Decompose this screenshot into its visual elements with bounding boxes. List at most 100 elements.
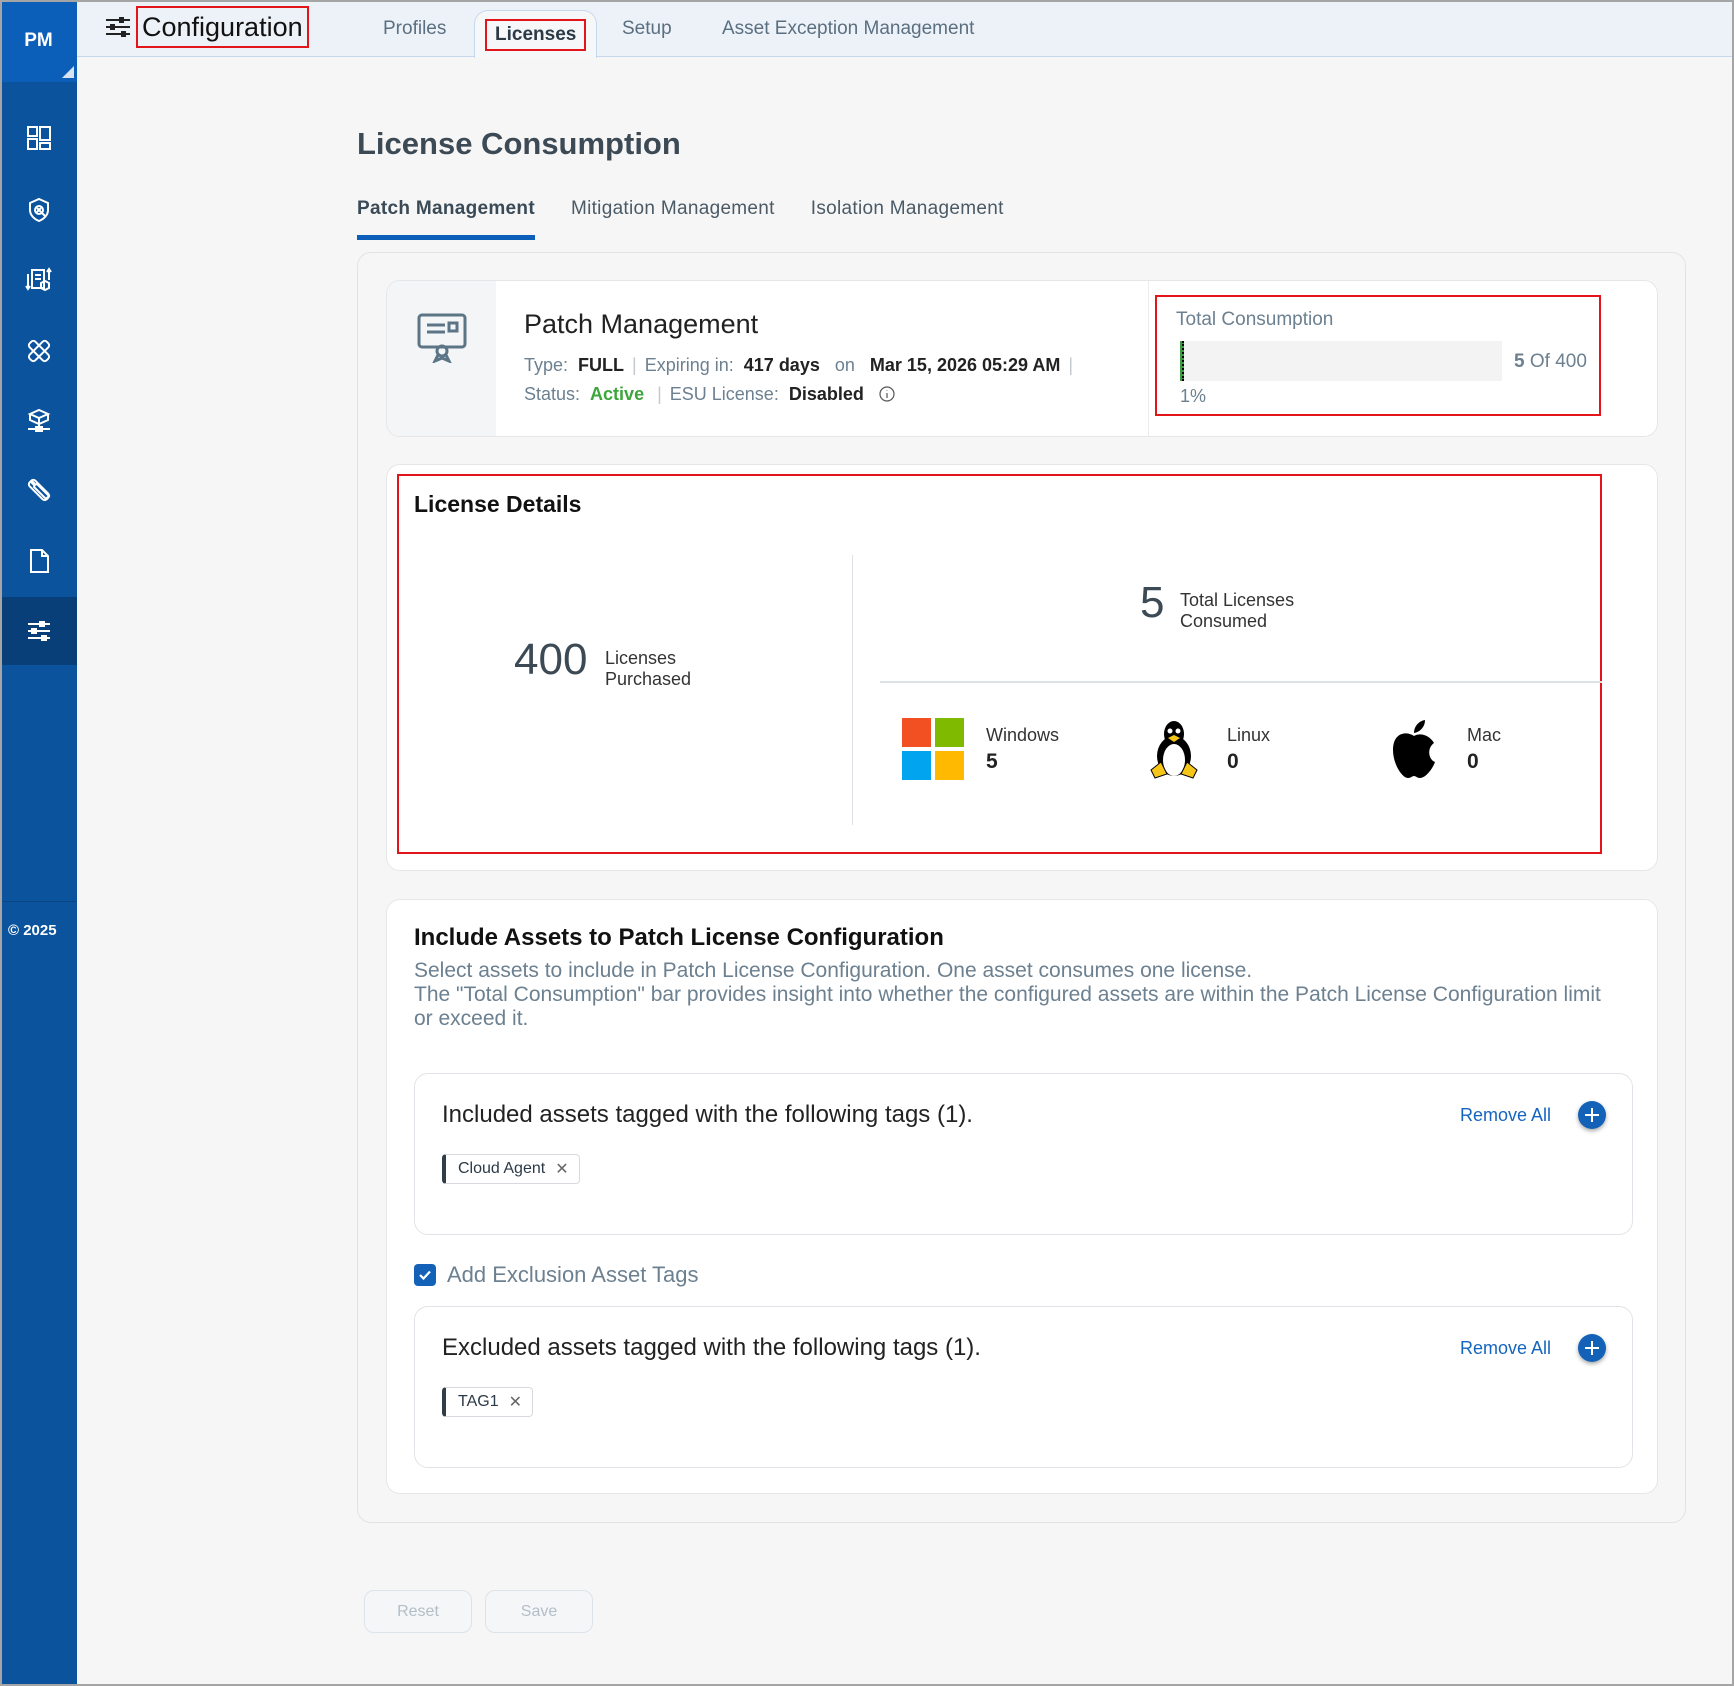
license-consumption-title: License Consumption xyxy=(357,126,681,161)
subtab-patch-management[interactable]: Patch Management xyxy=(357,198,535,240)
os-name: Linux xyxy=(1227,724,1271,745)
save-button[interactable]: Save xyxy=(485,1590,593,1633)
total-consumption-box: Total Consumption 5 Of 400 1% xyxy=(1155,295,1601,416)
add-excluded-tag-button[interactable] xyxy=(1578,1334,1606,1362)
sidebar-item-dashboard[interactable] xyxy=(0,104,77,172)
licenses-consumed-value: 5 xyxy=(1140,578,1165,627)
description-line: Select assets to include in Patch Licens… xyxy=(414,959,1253,982)
reset-button[interactable]: Reset xyxy=(364,1590,472,1633)
os-count: 0 xyxy=(1227,749,1239,773)
app-brand[interactable]: PM xyxy=(0,0,77,82)
document-icon xyxy=(29,549,49,573)
license-details-card: License Details 400 Licenses Purchased 5 … xyxy=(386,464,1658,871)
label-line: Licenses xyxy=(605,648,677,668)
license-info-line-1: Type: FULL | Expiring in: 417 days on Mar … xyxy=(524,355,1074,375)
license-details-title: License Details xyxy=(414,491,582,517)
expiring-label: Expiring in xyxy=(644,355,729,375)
os-count: 0 xyxy=(1467,749,1479,773)
sidebar-item-tools[interactable] xyxy=(0,456,77,524)
os-mac: Mac 0 xyxy=(1383,718,1501,780)
remove-tag-icon[interactable]: ✕ xyxy=(509,1392,522,1412)
tab-profiles[interactable]: Profiles xyxy=(383,0,446,57)
tag-label: TAG1 xyxy=(458,1393,499,1410)
remove-tag-icon[interactable]: ✕ xyxy=(555,1159,568,1179)
sliders-icon xyxy=(27,621,50,641)
certificate-icon xyxy=(417,313,466,363)
license-info-line-2: Status: Active | ESU License: Disabled xyxy=(524,384,895,405)
total-consumption-section: Total Consumption 5 Of 400 1% xyxy=(1148,281,1657,436)
vertical-divider xyxy=(852,555,853,825)
type-value: FULL xyxy=(578,355,625,375)
status-badge: Active xyxy=(590,384,645,404)
exclusion-checkbox-label[interactable]: Add Exclusion Asset Tags xyxy=(447,1262,699,1288)
label-line: Purchased xyxy=(605,669,692,689)
tab-label: Licenses xyxy=(485,18,587,51)
esu-label: ESU License xyxy=(669,384,774,404)
tab-label: Setup xyxy=(622,17,672,39)
license-details-box: License Details 400 Licenses Purchased 5 … xyxy=(397,474,1602,854)
apple-icon xyxy=(1393,720,1435,778)
tab-setup[interactable]: Setup xyxy=(622,0,672,57)
tag-label: Cloud Agent xyxy=(458,1160,546,1177)
os-name: Mac xyxy=(1467,724,1502,745)
shield-search-icon xyxy=(28,197,49,223)
include-assets-description: Select assets to include in Patch Licens… xyxy=(414,959,1614,1031)
tools-icon xyxy=(27,478,50,502)
tab-asset-exception-management[interactable]: Asset Exception Management xyxy=(722,0,974,57)
horizontal-divider xyxy=(880,681,1602,683)
label-line: Consumed xyxy=(1180,611,1268,631)
consumption-progress-bar xyxy=(1180,341,1502,381)
sidebar-item-inventory[interactable] xyxy=(0,246,77,314)
include-assets-title: Include Assets to Patch License Configur… xyxy=(414,924,944,951)
network-icon xyxy=(27,408,50,432)
brand-corner-icon xyxy=(62,66,74,78)
checkmark-icon xyxy=(419,1270,431,1281)
included-tags-title: Included assets tagged with the followin… xyxy=(442,1101,973,1128)
subtab-mitigation-management[interactable]: Mitigation Management xyxy=(571,198,775,240)
expiring-value: 417 days xyxy=(743,355,820,375)
licenses-consumed-label: Total Licenses Consumed xyxy=(1180,590,1294,632)
status-label: Status xyxy=(524,384,576,404)
sidebar-item-reports[interactable] xyxy=(0,527,77,595)
license-icon-box xyxy=(387,281,496,436)
sidebar-item-network[interactable] xyxy=(0,386,77,454)
tab-licenses[interactable]: Licenses xyxy=(474,10,598,58)
license-name: Patch Management xyxy=(524,309,759,339)
consumption-used: 5 xyxy=(1514,351,1525,372)
licenses-purchased-label: Licenses Purchased xyxy=(605,648,691,690)
sidebar: PM © 2025 xyxy=(0,0,77,1686)
patch-icon xyxy=(27,339,50,363)
remove-all-included-button[interactable]: Remove All xyxy=(1460,1105,1551,1126)
os-linux: Linux 0 xyxy=(1143,718,1270,780)
tab-label: Profiles xyxy=(383,17,447,39)
inventory-icon xyxy=(24,267,52,292)
esu-value: Disabled xyxy=(788,384,864,404)
brand-label: PM xyxy=(24,30,53,51)
copyright: © 2025 xyxy=(8,922,57,939)
add-included-tag-button[interactable] xyxy=(1578,1101,1606,1129)
consumption-count: 5 Of 400 xyxy=(1514,351,1587,373)
top-bar: Configuration Profiles Licenses Setup As… xyxy=(77,0,1734,58)
exclusion-checkbox[interactable] xyxy=(414,1264,436,1286)
plus-icon xyxy=(1585,1108,1599,1122)
label-line: Total Licenses xyxy=(1180,590,1295,610)
os-count: 5 xyxy=(986,749,998,773)
consumption-progress-fill xyxy=(1180,341,1185,381)
license-type-tabs: Patch Management Mitigation Management I… xyxy=(357,198,1004,240)
remove-all-excluded-button[interactable]: Remove All xyxy=(1460,1338,1551,1359)
on-label: on xyxy=(834,355,855,375)
sidebar-item-configuration[interactable] xyxy=(0,597,77,665)
sidebar-item-security[interactable] xyxy=(0,176,77,244)
subtab-isolation-management[interactable]: Isolation Management xyxy=(811,198,1004,240)
excluded-tags-title: Excluded assets tagged with the followin… xyxy=(442,1334,981,1361)
tag-chip: Cloud Agent ✕ xyxy=(442,1154,580,1184)
info-icon[interactable] xyxy=(879,386,895,402)
sidebar-item-patch[interactable] xyxy=(0,317,77,385)
excluded-tags-box: Excluded assets tagged with the followin… xyxy=(414,1306,1633,1468)
include-assets-card: Include Assets to Patch License Configur… xyxy=(386,899,1658,1494)
os-name: Windows xyxy=(986,724,1060,745)
tab-label: Asset Exception Management xyxy=(722,17,975,39)
sidebar-divider xyxy=(0,901,77,902)
plus-icon xyxy=(1585,1341,1599,1355)
license-summary-card: Patch Management Type: FULL | Expiring in:… xyxy=(386,280,1658,437)
